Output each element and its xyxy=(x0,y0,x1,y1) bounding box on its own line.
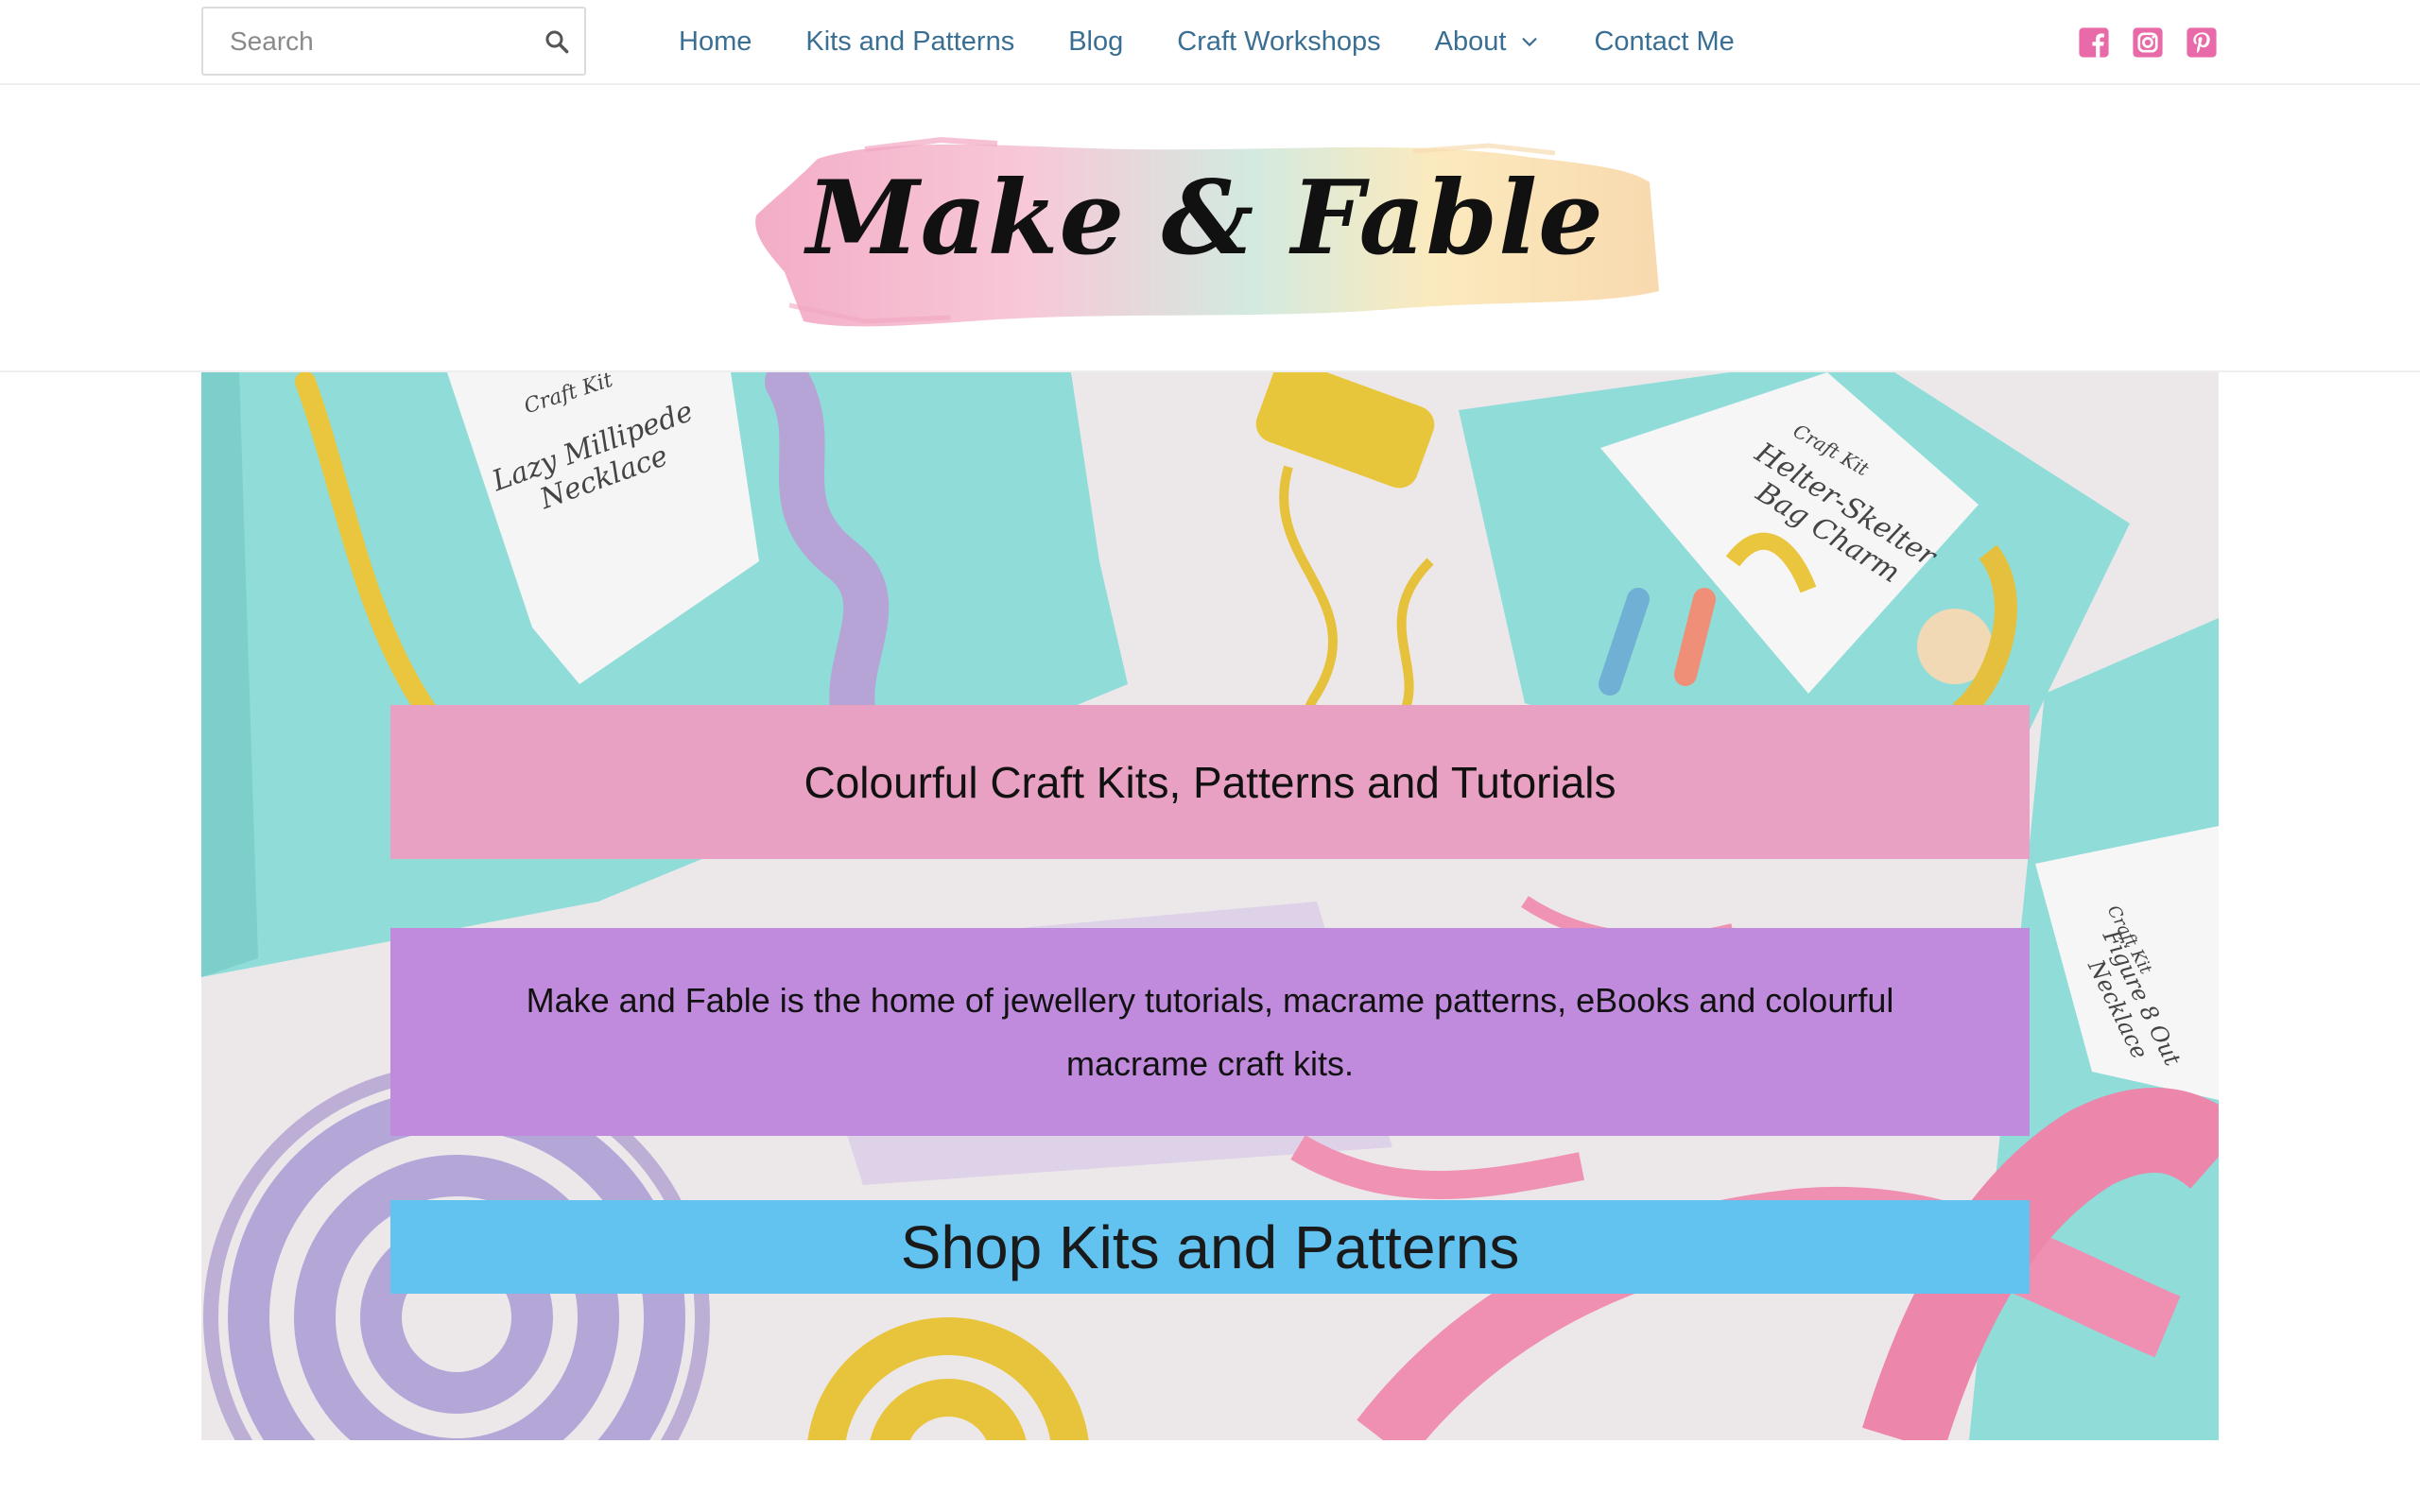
hero-section: Craft Kit Lazy Millipede Necklace Craft … xyxy=(201,372,2219,1440)
nav-home[interactable]: Home xyxy=(679,26,752,58)
shop-button-label: Shop Kits and Patterns xyxy=(900,1212,1520,1281)
search-icon[interactable] xyxy=(543,27,571,56)
nav-contact-me[interactable]: Contact Me xyxy=(1594,26,1734,58)
pinterest-link[interactable] xyxy=(2186,26,2218,59)
facebook-icon xyxy=(2079,27,2109,58)
shop-kits-and-patterns-button[interactable]: Shop Kits and Patterns xyxy=(390,1200,2030,1294)
hero-headline: Colourful Craft Kits, Patterns and Tutor… xyxy=(804,757,1616,807)
nav-craft-workshops[interactable]: Craft Workshops xyxy=(1177,26,1380,58)
facebook-link[interactable] xyxy=(2078,26,2110,59)
site-header: Make & Fable xyxy=(0,85,2420,372)
top-bar: Home Kits and Patterns Blog Craft Worksh… xyxy=(0,0,2420,85)
nav-about[interactable]: About xyxy=(1435,26,1541,58)
main-nav: Home Kits and Patterns Blog Craft Worksh… xyxy=(679,0,1789,83)
pinterest-icon xyxy=(2187,27,2217,58)
nav-kits-and-patterns[interactable]: Kits and Patterns xyxy=(805,26,1014,58)
nav-about-label: About xyxy=(1434,26,1507,57)
headline-banner: Colourful Craft Kits, Patterns and Tutor… xyxy=(390,705,2030,859)
search-form xyxy=(201,7,586,76)
logo-wordmark: Make & Fable xyxy=(806,159,1604,278)
instagram-icon xyxy=(2133,27,2163,58)
chevron-down-icon[interactable] xyxy=(1519,31,1540,52)
hero-description: Make and Fable is the home of jewellery … xyxy=(526,981,1894,1083)
instagram-link[interactable] xyxy=(2132,26,2164,59)
search-input[interactable] xyxy=(203,9,525,74)
description-banner: Make and Fable is the home of jewellery … xyxy=(390,928,2030,1136)
site-logo[interactable]: Make & Fable xyxy=(752,112,1659,348)
nav-blog[interactable]: Blog xyxy=(1068,26,1123,58)
